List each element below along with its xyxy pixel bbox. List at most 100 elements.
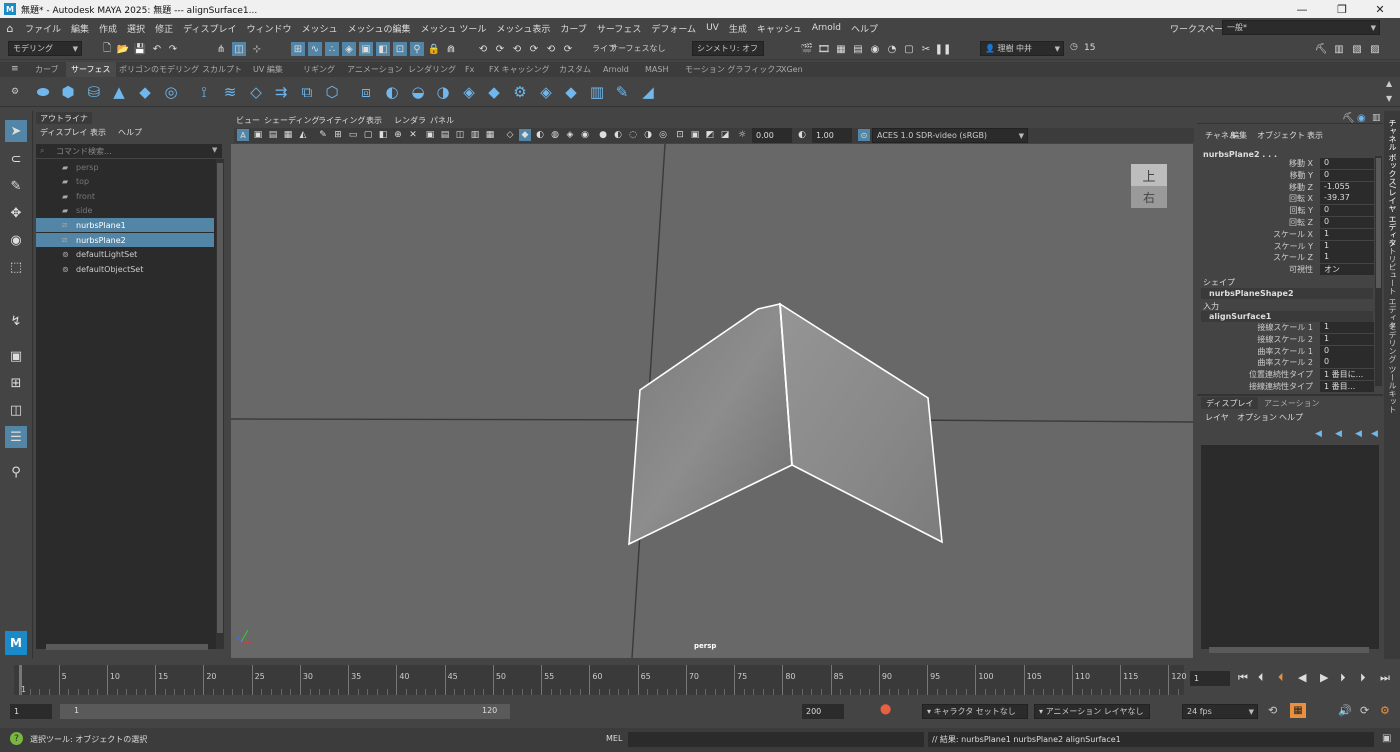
layer-tab-display[interactable]: ディスプレイ: [1201, 397, 1259, 409]
viewcube-top-face[interactable]: 上: [1131, 164, 1167, 186]
menu-item[interactable]: メッシュ表示: [491, 22, 555, 35]
attribute-label[interactable]: 回転 X: [1289, 193, 1313, 204]
outliner-search[interactable]: ⌕ コマンド検索... ▼: [36, 144, 222, 158]
home-icon[interactable]: ⌂: [0, 22, 20, 35]
channel-attribute-row[interactable]: 回転 Y 0: [1201, 205, 1374, 217]
script-language-toggle[interactable]: MEL: [606, 734, 622, 743]
attribute-editor-icon[interactable]: ▥: [1332, 42, 1346, 56]
single-pane-icon[interactable]: ▣: [5, 345, 27, 367]
menu-item[interactable]: ヘルプ: [846, 22, 883, 35]
snap-point-icon[interactable]: ∴: [325, 42, 339, 56]
layer-move-up-icon[interactable]: ◀: [1315, 429, 1322, 439]
shelf-tab[interactable]: XGen: [776, 62, 808, 77]
step-back-frame-icon[interactable]: ⏴: [1258, 671, 1264, 685]
attribute-value[interactable]: 0: [1320, 158, 1374, 169]
minimize-icon[interactable]: —: [1282, 0, 1322, 18]
range-inner-end[interactable]: 120: [482, 706, 497, 715]
outliner-menu-help[interactable]: ヘルプ: [118, 127, 142, 138]
attribute-value[interactable]: 1: [1320, 228, 1374, 240]
attribute-value[interactable]: 1: [1320, 252, 1374, 264]
attribute-label[interactable]: 移動 X: [1289, 158, 1313, 169]
layer-list[interactable]: [1201, 445, 1379, 649]
input-name[interactable]: alignSurface1: [1209, 312, 1271, 321]
range-end-field[interactable]: 200: [802, 704, 844, 719]
insert-isoparm-icon[interactable]: ◆: [561, 82, 581, 102]
play-backwards-icon[interactable]: ◀: [1298, 671, 1306, 684]
attribute-label[interactable]: 接線スケール 2: [1257, 334, 1313, 345]
detach-icon[interactable]: ◆: [484, 82, 504, 102]
select-hierarchy-icon[interactable]: ⋔: [214, 42, 228, 56]
channel-attribute-row[interactable]: 位置連続性タイプ 1 番目に...: [1201, 369, 1374, 381]
depth-of-field-icon[interactable]: ◎: [657, 129, 669, 141]
shadows-icon[interactable]: ●: [597, 129, 609, 141]
attribute-label[interactable]: スケール Z: [1273, 252, 1313, 263]
redo-icon[interactable]: ↷: [166, 42, 180, 56]
outliner-item[interactable]: ▰ persp: [36, 160, 214, 174]
outliner-item[interactable]: ⧄ nurbsPlane1: [36, 218, 214, 233]
select-object-icon[interactable]: ◫: [232, 42, 246, 56]
two-pane-icon[interactable]: ◫: [5, 399, 27, 421]
render-settings-icon[interactable]: ▤: [851, 42, 865, 56]
shelf-tab[interactable]: サーフェス: [66, 62, 116, 77]
exposure-field[interactable]: 0.00: [752, 128, 792, 143]
menu-item[interactable]: カーブ: [555, 22, 591, 35]
attribute-label[interactable]: スケール X: [1273, 229, 1313, 240]
rotate-tool-icon[interactable]: ◉: [5, 229, 27, 251]
safe-title-icon[interactable]: ▤: [439, 129, 451, 141]
align-icon[interactable]: ⚙: [510, 82, 530, 102]
attribute-label[interactable]: 回転 Y: [1290, 205, 1313, 216]
outliner-hscroll-thumb[interactable]: [46, 644, 208, 650]
outliner-item[interactable]: ⊚ defaultLightSet: [36, 248, 214, 262]
side-tab-channel-box[interactable]: チャネル ボックス/レイヤ エディタ: [1387, 119, 1398, 247]
grease-pencil-icon[interactable]: ✎: [317, 129, 329, 141]
user-account[interactable]: 👤 理樹 中井 ▼: [980, 41, 1064, 56]
use-all-lights-icon[interactable]: ◉: [579, 129, 591, 141]
menu-item[interactable]: 生成: [724, 22, 752, 35]
channel-attribute-row[interactable]: 回転 Z 0: [1201, 217, 1374, 228]
shelf-tab[interactable]: カーブ: [30, 62, 64, 77]
nurbs-sphere-icon[interactable]: ⬬: [33, 82, 53, 102]
attribute-value[interactable]: -1.055: [1320, 181, 1374, 193]
mode-select[interactable]: モデリング ▼: [8, 41, 82, 56]
range-inner-start[interactable]: 1: [74, 706, 79, 715]
ambient-occlusion-icon[interactable]: ◐: [612, 129, 624, 141]
menu-item[interactable]: デフォーム: [646, 22, 701, 35]
channel-attribute-row[interactable]: 可視性 オン: [1201, 264, 1374, 276]
attribute-value[interactable]: 1 番目...: [1320, 381, 1374, 392]
undo-icon[interactable]: ↶: [150, 42, 164, 56]
construction-history-icon[interactable]: ⟳: [527, 42, 541, 56]
outliner-scroll-thumb[interactable]: [217, 163, 223, 633]
layer-menu-options[interactable]: オプション: [1237, 412, 1277, 423]
attribute-label[interactable]: 可視性: [1289, 264, 1313, 275]
shelf-tab[interactable]: MASH: [640, 62, 673, 77]
channel-attribute-row[interactable]: 接線スケール 2 1: [1201, 333, 1374, 345]
layer-menu-layers[interactable]: レイヤ: [1205, 412, 1229, 423]
menu-item[interactable]: 選択: [122, 22, 150, 35]
channel-attribute-row[interactable]: 移動 Y 0: [1201, 169, 1374, 181]
select-tool-icon[interactable]: ➤: [5, 120, 27, 142]
trim-tool-icon[interactable]: ◒: [408, 82, 428, 102]
go-to-end-icon[interactable]: ⏭: [1380, 671, 1390, 685]
new-scene-icon[interactable]: 🗋: [100, 42, 114, 56]
wireframe-mode-icon[interactable]: ▥: [469, 129, 481, 141]
attach-icon[interactable]: ◈: [459, 82, 479, 102]
arnold-ipr-icon[interactable]: ▢: [902, 42, 916, 56]
fps-select[interactable]: 24 fps ▼: [1182, 704, 1258, 719]
step-forward-frame-icon[interactable]: ⏵: [1360, 671, 1366, 685]
gamma-field[interactable]: 1.00: [812, 128, 852, 143]
menu-item[interactable]: メッシュ ツール: [416, 22, 492, 35]
modeling-toolkit-icon[interactable]: ⛏: [1314, 42, 1328, 56]
select-camera-icon[interactable]: A: [237, 129, 249, 141]
xray-joints-icon[interactable]: ▣: [689, 129, 701, 141]
render-sequence-icon[interactable]: 🎞: [817, 42, 831, 56]
channel-menu-item[interactable]: オブジェクト: [1257, 130, 1305, 141]
ipr-history-icon[interactable]: ⟳: [561, 42, 575, 56]
ipr-render-icon[interactable]: ▦: [834, 42, 848, 56]
open-scene-icon[interactable]: 📂: [116, 42, 130, 56]
image-plane-icon[interactable]: ▦: [282, 129, 294, 141]
viewport-menu-item[interactable]: ビュー: [236, 115, 260, 126]
nurbs-cube-icon[interactable]: ⬢: [58, 82, 78, 102]
outliner-item[interactable]: ▰ front: [36, 189, 214, 203]
arnold-scissors-icon[interactable]: ✂: [919, 42, 933, 56]
attribute-label[interactable]: 位置連続性タイプ: [1249, 369, 1313, 380]
